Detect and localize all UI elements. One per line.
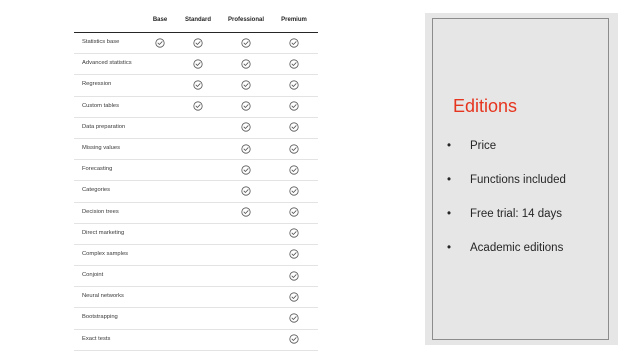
bullet-point-icon: •	[447, 208, 452, 220]
checkmark-icon-standard	[193, 80, 203, 90]
bullet-point-icon: •	[447, 242, 452, 254]
table-row: Bootstrapping	[74, 308, 318, 330]
checkmark-icon-premium	[289, 334, 299, 344]
bullet-point-icon: •	[447, 174, 452, 186]
table-row: Advanced statistics	[74, 54, 318, 76]
table-row: Decision trees	[74, 203, 318, 224]
table-row: Data preparation	[74, 118, 318, 139]
table-row: Forecasting	[74, 160, 318, 182]
checkmark-icon-premium	[289, 122, 299, 132]
table-row: Custom tables	[74, 97, 318, 118]
checkmark-icon-professional	[241, 122, 251, 132]
table-row: Categories	[74, 181, 318, 203]
column-header-base: Base	[152, 17, 168, 23]
checkmark-icon-professional	[241, 186, 251, 196]
checkmark-icon-premium	[289, 143, 299, 154]
feature-label: Exact tests	[82, 335, 111, 342]
table-row: Regression	[74, 75, 318, 97]
checkmark-icon-premium	[289, 37, 299, 48]
feature-label: Decision trees	[82, 208, 119, 215]
table-row: Neural networks	[74, 287, 318, 309]
checkmark-icon-base	[155, 37, 165, 48]
table-body: Statistics base Advanced statistics Regres…	[74, 33, 318, 351]
editions-info-panel: Editions • Price • Functions included • Free …	[425, 13, 618, 345]
checkmark-icon-standard	[193, 59, 203, 69]
checkmark-icon-professional	[241, 59, 251, 69]
checkmark-icon-professional	[241, 207, 251, 217]
checkmark-icon-professional	[241, 101, 251, 111]
slide: Base Standard Professional Premium Stati…	[0, 0, 638, 359]
feature-label: Complex samples	[82, 250, 129, 257]
feature-label: Advanced statistics	[82, 60, 132, 67]
checkmark-icon-premium	[289, 271, 299, 281]
editions-comparison-table: Base Standard Professional Premium Stati…	[74, 12, 318, 351]
checkmark-icon-premium	[289, 59, 299, 69]
feature-label: Data preparation	[82, 123, 126, 130]
bullet-text: Functions included	[470, 174, 566, 186]
checkmark-icon-premium	[289, 207, 299, 217]
info-box-border: Editions • Price • Functions included • Free …	[432, 18, 609, 340]
feature-label: Regression	[82, 81, 112, 88]
column-header-standard: Standard	[184, 17, 212, 23]
checkmark-icon-professional	[241, 165, 251, 175]
panel-title: Editions	[453, 96, 518, 116]
checkmark-icon-premium	[289, 101, 299, 111]
checkmark-icon-premium	[289, 228, 299, 238]
checkmark-icon-premium	[289, 80, 299, 90]
table-row: Direct marketing	[74, 224, 318, 245]
checkmark-icon-premium	[289, 165, 299, 175]
checkmark-icon-standard	[193, 37, 203, 48]
feature-label: Categories	[82, 187, 111, 194]
table-row: Statistics base	[74, 33, 318, 55]
bullet-point-icon: •	[447, 140, 452, 152]
feature-label: Neural networks	[82, 293, 124, 300]
checkmark-icon-standard	[193, 101, 203, 111]
table-row: Complex samples	[74, 245, 318, 267]
feature-label: Conjoint	[82, 272, 104, 279]
table-row: Conjoint	[74, 266, 318, 288]
feature-label: Missing values	[82, 144, 121, 151]
checkmark-icon-premium	[289, 292, 299, 302]
feature-label: Statistics base	[82, 39, 120, 45]
checkmark-icon-professional	[241, 143, 251, 154]
bullet-text: Academic editions	[470, 242, 564, 254]
table-row: Exact tests	[74, 330, 318, 351]
table-header-row: Base Standard Professional Premium	[74, 12, 318, 33]
feature-label: Direct marketing	[82, 229, 125, 236]
checkmark-icon-professional	[241, 37, 251, 48]
feature-label: Custom tables	[82, 102, 120, 109]
checkmark-icon-premium	[289, 249, 299, 260]
feature-label: Bootstrapping	[82, 314, 118, 321]
table-row: Missing values	[74, 139, 318, 161]
column-header-professional: Professional	[227, 17, 265, 23]
checkmark-icon-professional	[241, 80, 251, 90]
checkmark-icon-premium	[289, 313, 299, 323]
checkmark-icon-premium	[289, 186, 299, 196]
feature-label: Forecasting	[82, 166, 113, 173]
bullet-text: Price	[470, 140, 497, 152]
column-header-premium: Premium	[281, 17, 307, 23]
bullet-text: Free trial: 14 days	[470, 208, 563, 220]
